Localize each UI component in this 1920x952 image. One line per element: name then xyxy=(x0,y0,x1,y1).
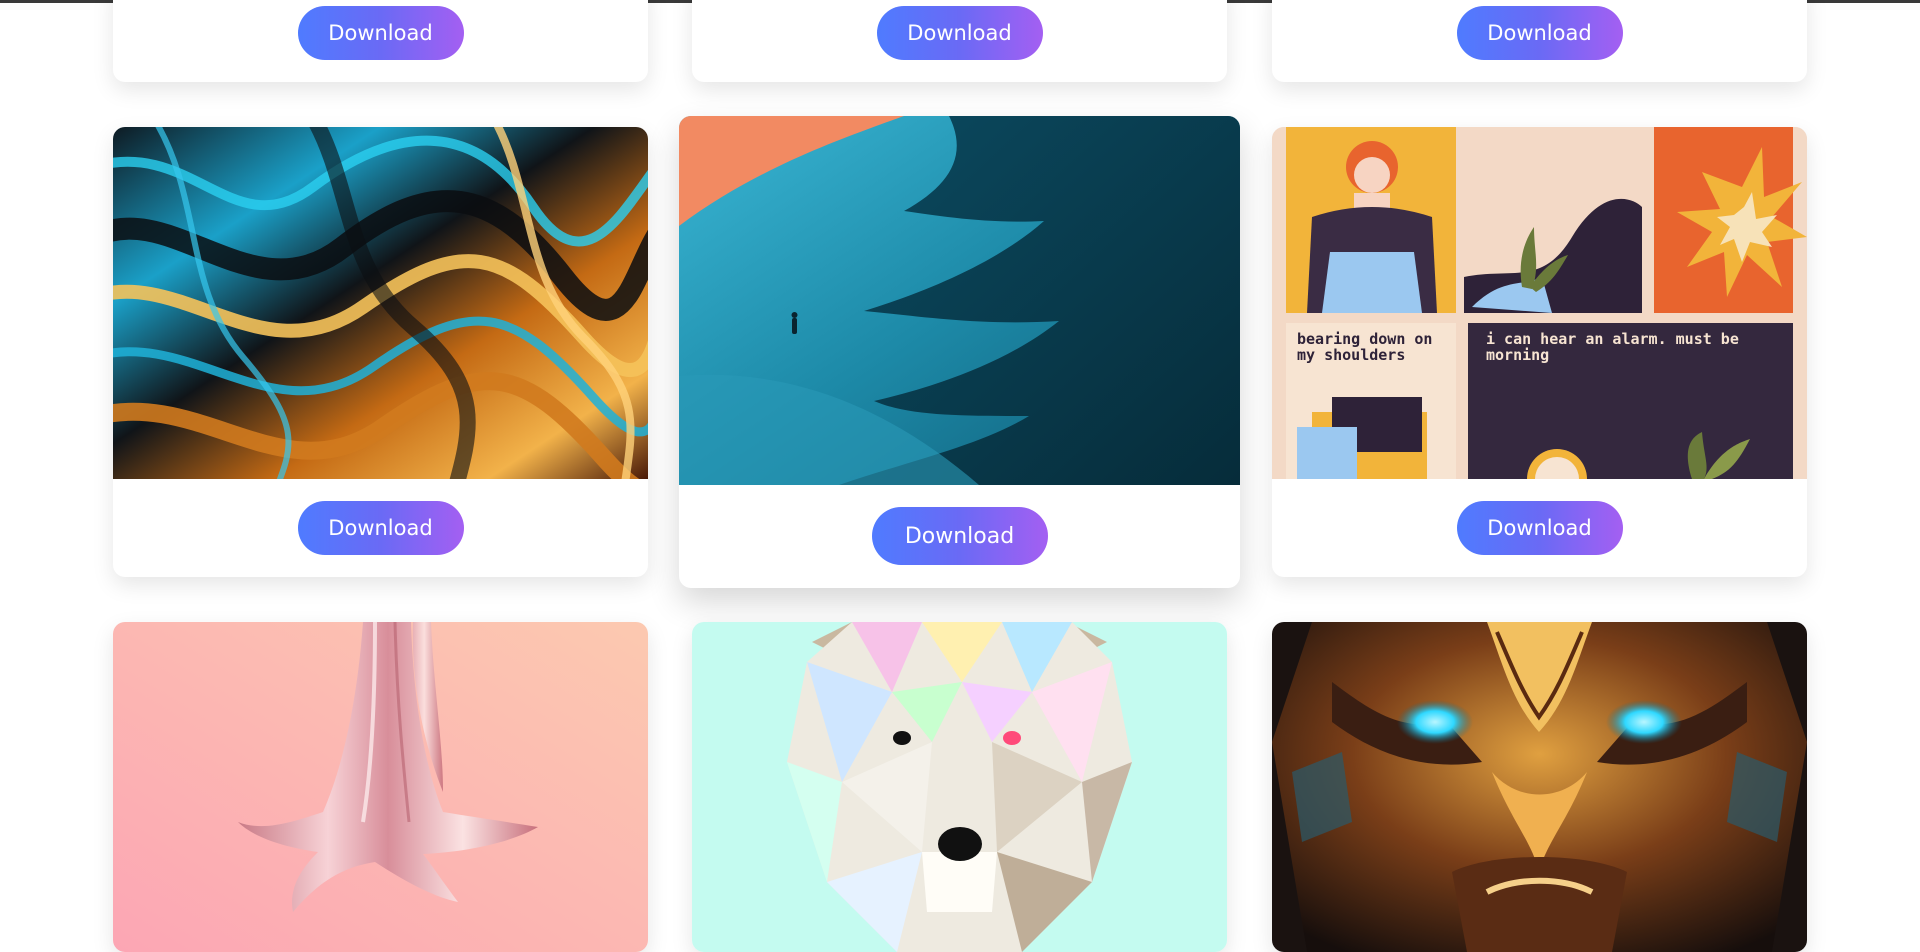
wallpaper-card: Download xyxy=(692,0,1227,82)
wallpaper-image[interactable] xyxy=(113,127,648,479)
walker-figure xyxy=(791,312,798,334)
wallpaper-card: bearing down on my shoulders i can hear … xyxy=(1272,127,1807,577)
wallpaper-image[interactable] xyxy=(692,622,1227,952)
wallpaper-card xyxy=(692,622,1227,952)
wallpaper-card: Download xyxy=(679,116,1240,588)
wallpaper-image[interactable] xyxy=(113,622,648,952)
download-button[interactable]: Download xyxy=(1456,501,1623,555)
download-button[interactable]: Download xyxy=(297,6,464,60)
download-button[interactable]: Download xyxy=(1456,6,1623,60)
panel-caption: bearing down on my shoulders xyxy=(1297,330,1433,364)
wallpaper-card: Download xyxy=(1272,0,1807,82)
panel-caption: i can hear an alarm. must be morning xyxy=(1486,330,1739,364)
wallpaper-card: Download xyxy=(113,127,648,577)
wallpaper-image[interactable] xyxy=(1272,622,1807,952)
wallpaper-card xyxy=(1272,622,1807,952)
wallpaper-image[interactable] xyxy=(679,116,1240,485)
download-button[interactable]: Download xyxy=(876,6,1043,60)
wallpaper-card xyxy=(113,622,648,952)
download-button[interactable]: Download xyxy=(297,501,464,555)
download-button[interactable]: Download xyxy=(871,507,1048,565)
wallpaper-card: Download xyxy=(113,0,648,82)
wallpaper-image[interactable]: bearing down on my shoulders i can hear … xyxy=(1272,127,1807,479)
